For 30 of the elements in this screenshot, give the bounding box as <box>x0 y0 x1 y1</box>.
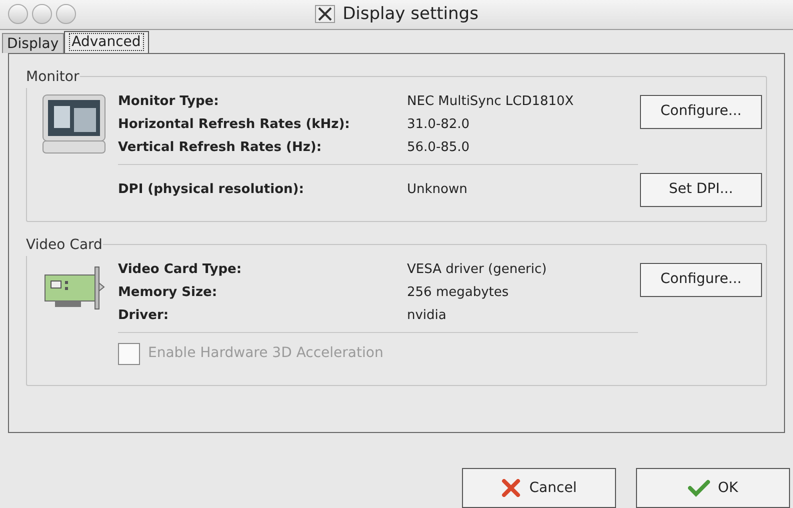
field-label: Driver: <box>118 307 170 326</box>
field-label: Monitor Type: <box>118 93 220 112</box>
field-label: Video Card Type: <box>118 261 243 280</box>
field-value: 256 megabytes <box>407 284 509 302</box>
configure-button[interactable]: Configure... <box>640 94 762 129</box>
field-value: Unknown <box>407 180 468 199</box>
set-dpi-button[interactable]: Set DPI... <box>640 172 762 207</box>
window-control-icon[interactable] <box>32 4 52 24</box>
field-value: VESA driver (generic) <box>407 261 547 280</box>
field-label: Vertical Refresh Rates (Hz): <box>118 139 323 158</box>
check-icon <box>688 479 710 497</box>
cancel-button[interactable]: Cancel <box>462 468 616 508</box>
x-logo-icon <box>314 5 335 24</box>
field-value: 56.0-85.0 <box>407 139 470 158</box>
checkbox-label: Enable Hardware 3D Acceleration <box>148 344 384 364</box>
field-label: Memory Size: <box>118 284 218 302</box>
tab[interactable]: Advanced <box>64 30 149 53</box>
field-label: Horizontal Refresh Rates (kHz): <box>118 116 351 134</box>
ok-button[interactable]: OK <box>636 468 790 508</box>
configure-button[interactable]: Configure... <box>640 262 762 297</box>
cross-icon <box>501 479 522 497</box>
field-value: 31.0-82.0 <box>407 116 470 134</box>
monitor-icon <box>41 92 107 155</box>
field-value: nvidia <box>407 307 446 326</box>
field-label: DPI (physical resolution): <box>118 180 305 199</box>
window-control-icon[interactable] <box>56 4 76 24</box>
tab[interactable]: Display <box>2 32 64 53</box>
window-title: Display settings <box>342 2 478 26</box>
window-control-icon[interactable] <box>8 4 28 24</box>
field-value: NEC MultiSync LCD1810X <box>407 93 574 112</box>
